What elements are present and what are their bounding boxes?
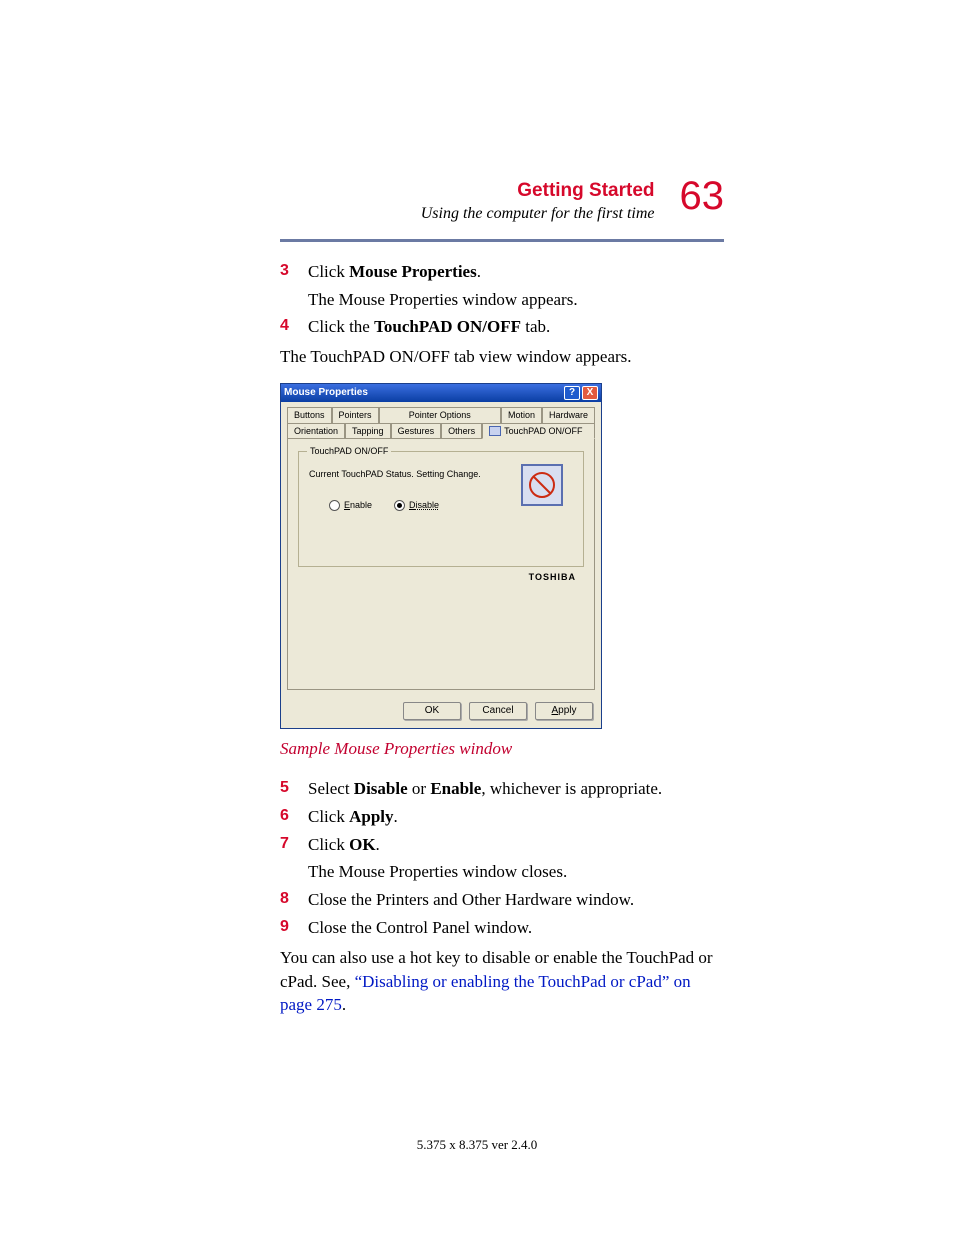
tab-row-1: Buttons Pointers Pointer Options Motion … [287,406,595,422]
tab-panel: TouchPAD ON/OFF Current TouchPAD Status.… [287,438,595,690]
ok-button[interactable]: OK [403,702,461,720]
step-body: Select Disable or Enable, whichever is a… [308,777,724,801]
cancel-button[interactable]: Cancel [469,702,527,720]
tab-buttons[interactable]: Buttons [287,407,332,423]
step-body: Close the Printers and Other Hardware wi… [308,888,724,912]
tab-motion[interactable]: Motion [501,407,542,423]
step-number: 5 [280,777,308,801]
mouse-properties-dialog: Mouse Properties ? X Buttons Pointers Po… [280,383,602,729]
tab-pointer-options[interactable]: Pointer Options [379,407,501,423]
step-5: 5 Select Disable or Enable, whichever is… [280,777,724,801]
step-number: 9 [280,916,308,940]
touchpad-disabled-icon [521,464,563,506]
close-icon[interactable]: X [582,386,598,400]
step-body: Click Apply. [308,805,724,829]
touchpad-fieldset: TouchPAD ON/OFF Current TouchPAD Status.… [298,451,584,567]
radio-icon [329,500,340,511]
step-4: 4 Click the TouchPAD ON/OFF tab. [280,315,724,339]
tab-others[interactable]: Others [441,423,482,440]
radio-disable[interactable]: Disable [394,499,439,512]
tab-row-2: Orientation Tapping Gestures Others Touc… [287,422,595,439]
step-9: 9 Close the Control Panel window. [280,916,724,940]
toshiba-logo: TOSHIBA [529,571,576,584]
step-number: 7 [280,833,308,857]
page-header: Getting Started Using the computer for t… [280,180,724,242]
step-8: 8 Close the Printers and Other Hardware … [280,888,724,912]
step-number: 8 [280,888,308,912]
step-number: 4 [280,315,308,339]
step-4-result: The TouchPAD ON/OFF tab view window appe… [280,345,724,369]
radio-enable[interactable]: Enable [329,499,372,512]
tab-orientation[interactable]: Orientation [287,423,345,440]
dialog-button-row: OK Cancel Apply [281,696,601,728]
step-6: 6 Click Apply. [280,805,724,829]
subtitle: Using the computer for the first time [421,205,655,223]
step-body: Close the Control Panel window. [308,916,724,940]
help-icon[interactable]: ? [564,386,580,400]
content-area: 3 Click Mouse Properties. The Mouse Prop… [280,260,724,1017]
tab-pointers[interactable]: Pointers [332,407,379,423]
page-number: 63 [680,176,725,216]
step-number: 6 [280,805,308,829]
step-number: 3 [280,260,308,284]
step-body: Click the TouchPAD ON/OFF tab. [308,315,724,339]
dialog-titlebar: Mouse Properties ? X [281,384,601,402]
header-rule [280,239,724,242]
section-title: Getting Started [421,180,655,203]
tab-touchpad-onoff[interactable]: TouchPAD ON/OFF [482,423,595,440]
closing-paragraph: You can also use a hot key to disable or… [280,946,724,1017]
apply-button[interactable]: Apply [535,702,593,720]
tab-hardware[interactable]: Hardware [542,407,595,423]
radio-icon [394,500,405,511]
step-7: 7 Click OK. [280,833,724,857]
fieldset-legend: TouchPAD ON/OFF [307,445,391,458]
touchpad-icon [489,426,501,436]
step-3: 3 Click Mouse Properties. [280,260,724,284]
step-body: Click Mouse Properties. [308,260,724,284]
tab-gestures[interactable]: Gestures [391,423,442,440]
footer-version: 5.375 x 8.375 ver 2.4.0 [230,1137,724,1153]
figure-caption: Sample Mouse Properties window [280,737,724,761]
dialog-title: Mouse Properties [284,386,368,400]
step-body: Click OK. [308,833,724,857]
step-7-result: The Mouse Properties window closes. [308,860,724,884]
tab-tapping[interactable]: Tapping [345,423,391,440]
step-3-result: The Mouse Properties window appears. [308,288,724,312]
